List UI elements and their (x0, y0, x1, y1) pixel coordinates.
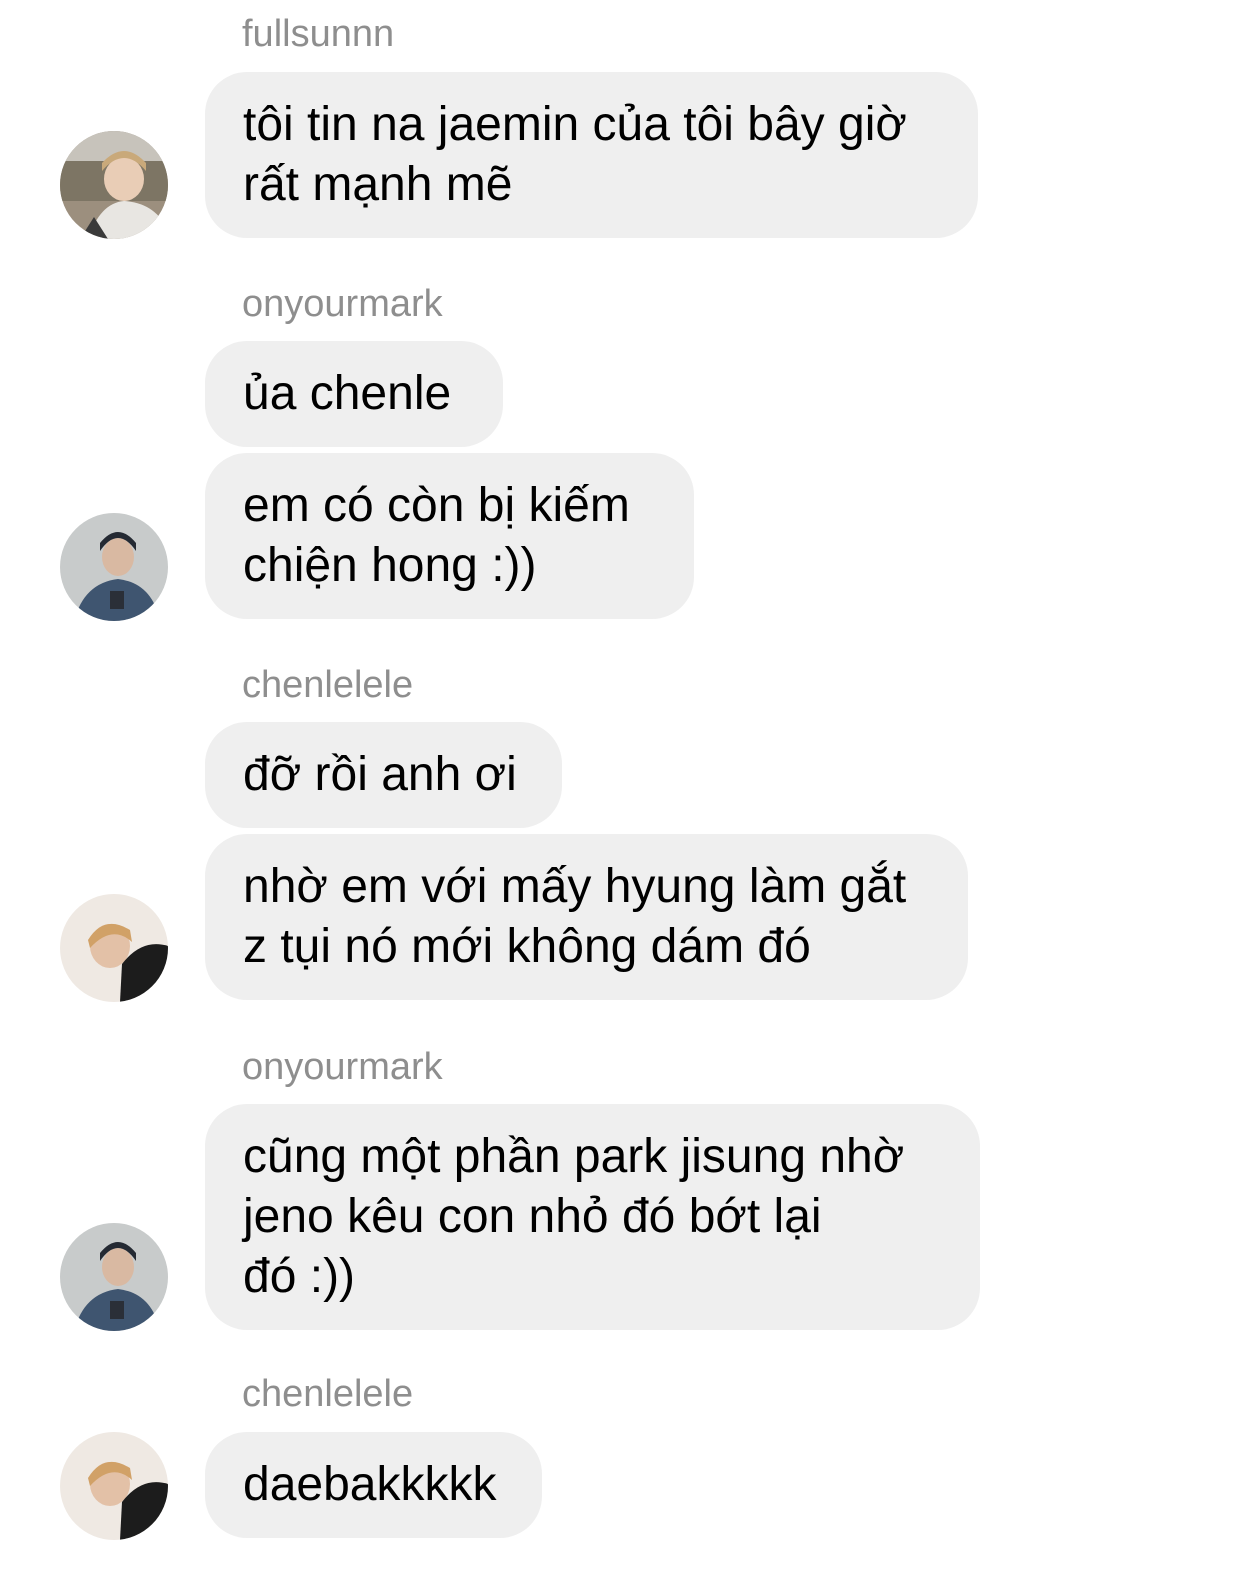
sender-username[interactable]: chenlelele (242, 1372, 413, 1416)
avatar-icon[interactable] (60, 894, 168, 1002)
user-avatar-photo-beanie-icon (60, 513, 168, 621)
avatar-icon[interactable] (60, 1223, 168, 1331)
message-line: daebakkkkk (243, 1458, 497, 1511)
sender-username[interactable]: onyourmark (242, 282, 443, 326)
sender-username[interactable]: chenlelele (242, 663, 413, 707)
message-bubble[interactable]: em có còn bị kiếm chiện hong :)) (205, 453, 694, 619)
message-bubble[interactable]: đỡ rồi anh ơi (205, 722, 562, 828)
sender-username[interactable]: fullsunnn (242, 12, 394, 56)
user-avatar-photo-lying-icon (60, 1432, 168, 1540)
message-line: đó :)) (243, 1250, 356, 1303)
message-line: rất mạnh mẽ (243, 158, 513, 211)
message-bubble[interactable]: cũng một phần park jisung nhờ jeno kêu c… (205, 1104, 980, 1330)
message-line: tôi tin na jaemin của tôi bây giờ (243, 98, 907, 151)
user-avatar-photo-beanie-icon (60, 1223, 168, 1331)
message-line: z tụi nó mới không dám đó (243, 920, 811, 973)
user-avatar-photo-outdoor-icon (60, 131, 168, 239)
message-bubble[interactable]: daebakkkkk (205, 1432, 542, 1538)
user-avatar-photo-lying-icon (60, 894, 168, 1002)
message-bubble[interactable]: tôi tin na jaemin của tôi bây giờ rất mạ… (205, 72, 978, 238)
message-line: jeno kêu con nhỏ đó bớt lại (243, 1190, 822, 1243)
avatar-icon[interactable] (60, 1432, 168, 1540)
message-line: ủa chenle (243, 367, 452, 420)
message-line: em có còn bị kiếm (243, 479, 630, 532)
message-line: chiện hong :)) (243, 539, 537, 592)
avatar-icon[interactable] (60, 513, 168, 621)
message-bubble[interactable]: nhờ em với mấy hyung làm gắt z tụi nó mớ… (205, 834, 968, 1000)
sender-username[interactable]: onyourmark (242, 1045, 443, 1089)
avatar-icon[interactable] (60, 131, 168, 239)
message-bubble[interactable]: ủa chenle (205, 341, 503, 447)
message-line: cũng một phần park jisung nhờ (243, 1130, 905, 1183)
message-line: nhờ em với mấy hyung làm gắt (243, 860, 907, 913)
message-line: đỡ rồi anh ơi (243, 748, 517, 801)
